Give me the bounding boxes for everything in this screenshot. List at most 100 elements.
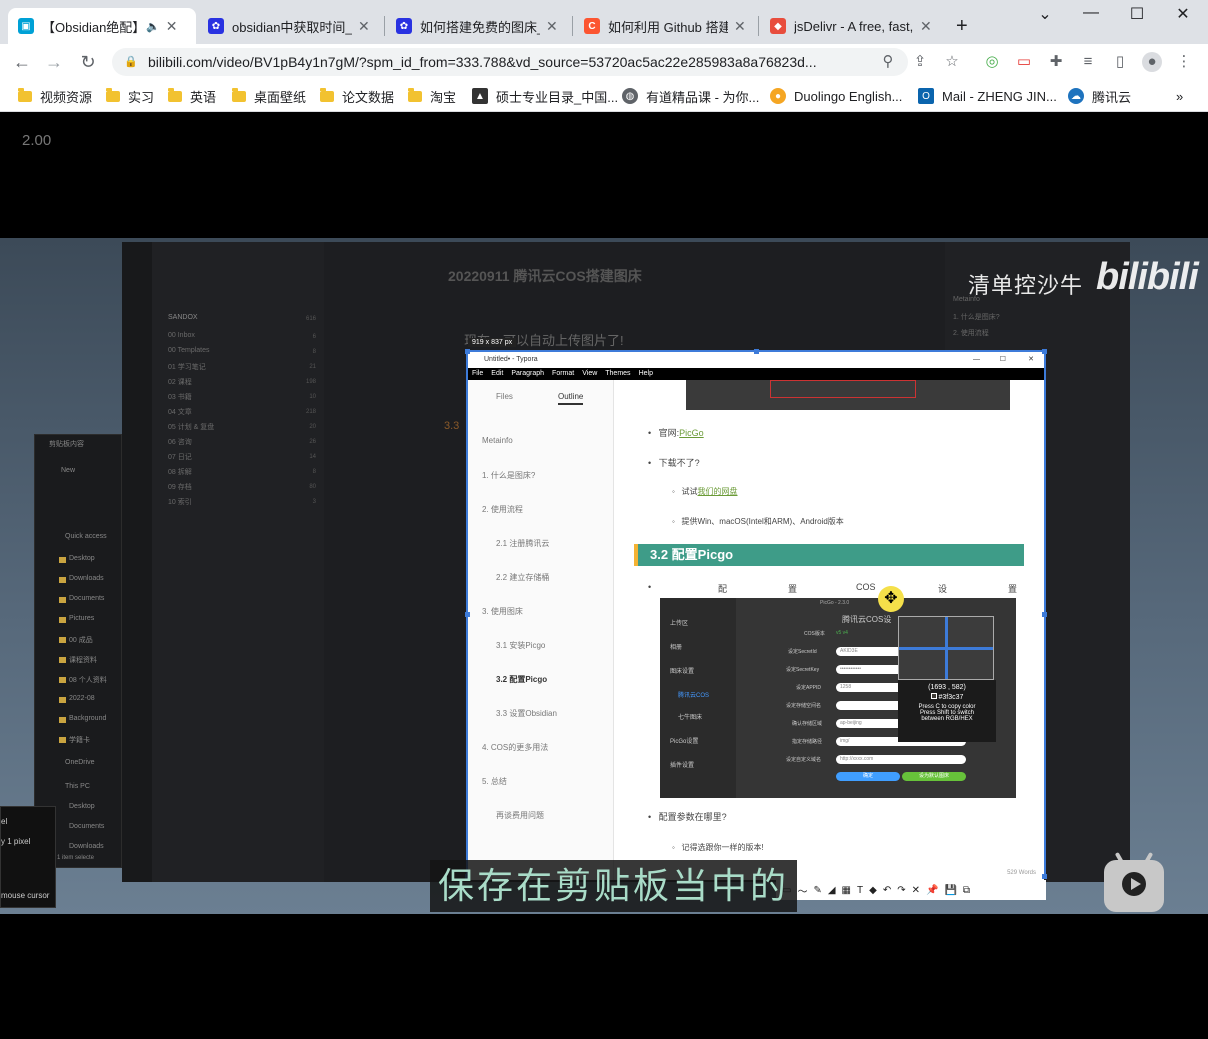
menu-help[interactable]: Help <box>639 368 653 380</box>
redo-icon[interactable]: ↷ <box>897 885 905 896</box>
menu-format[interactable]: Format <box>552 368 574 380</box>
close-tab-icon[interactable]: ✕ <box>920 18 932 35</box>
minimize-button[interactable]: — <box>1068 4 1114 22</box>
bookmark-folder[interactable]: 淘宝 <box>408 86 456 106</box>
outline-item[interactable]: 2.2 建立存储桶 <box>496 572 549 583</box>
copy-icon[interactable]: ⧉ <box>963 885 970 896</box>
tab-title: 如何利用 Github 搭建 <box>608 19 728 35</box>
address-bar[interactable]: 🔒 bilibili.com/video/BV1pB4y1n7gM/?spm_i… <box>112 48 908 76</box>
bookmark-folder[interactable]: 实习 <box>106 86 154 106</box>
bookmarks-more-icon[interactable]: » <box>1176 86 1183 106</box>
bookmark-folder[interactable]: 英语 <box>168 86 216 106</box>
media-queue-icon[interactable]: ≡ <box>1078 52 1098 72</box>
text-tool-icon[interactable]: T <box>857 885 863 896</box>
close-tab-icon[interactable]: ✕ <box>166 18 178 35</box>
bookmark-link[interactable]: O Mail - ZHENG JIN... <box>918 86 1057 106</box>
lock-icon[interactable]: 🔒 <box>124 55 138 69</box>
resize-handle[interactable] <box>465 612 470 617</box>
tab-search-icon[interactable]: ⌄ <box>1022 4 1068 24</box>
resize-handle[interactable] <box>465 349 470 354</box>
menu-themes[interactable]: Themes <box>605 368 630 380</box>
outline-item[interactable]: 3.1 安装Picgo <box>496 640 545 651</box>
pen-tool-icon[interactable]: ✎ <box>813 885 821 896</box>
typora-editor[interactable]: • 官网:PicGo • 下载不了? ◦ 试试我们的网盘 ◦ 提供Win、mac… <box>614 380 1044 880</box>
tab-files[interactable]: Files <box>496 392 513 401</box>
tab-outline[interactable]: Outline <box>558 392 584 405</box>
menu-edit[interactable]: Edit <box>491 368 503 380</box>
menu-paragraph[interactable]: Paragraph <box>511 368 544 380</box>
bookmark-link[interactable]: ☁ 腾讯云 <box>1068 86 1131 106</box>
picgo-label: 设定SecretId <box>788 649 817 655</box>
crosshair-vertical <box>945 617 948 679</box>
mosaic-tool-icon[interactable]: ▦ <box>842 885 851 896</box>
save-icon[interactable]: 💾 <box>944 885 956 896</box>
outline-item[interactable]: 2. 使用流程 <box>482 504 523 515</box>
play-icon[interactable] <box>1122 872 1146 896</box>
menu-view[interactable]: View <box>582 368 597 380</box>
pin-icon[interactable]: 📌 <box>926 885 938 896</box>
close-tab-icon[interactable]: ✕ <box>734 18 746 35</box>
menu-kebab-icon[interactable]: ⋮ <box>1174 52 1194 72</box>
cancel-icon[interactable]: ✕ <box>912 885 920 896</box>
extension-leaf-icon[interactable]: ◎ <box>982 52 1002 72</box>
marker-tool-icon[interactable]: ◢ <box>828 885 836 896</box>
reload-icon[interactable]: ↻ <box>76 50 100 74</box>
tab-bilibili[interactable]: ▣ 【Obsidian绝配】 🔈 ✕ <box>8 8 196 44</box>
outline-item-active[interactable]: 3.2 配置Picgo <box>496 674 547 685</box>
extensions-puzzle-icon[interactable]: ✚ <box>1046 52 1066 72</box>
menu-file[interactable]: File <box>472 368 483 380</box>
bilibili-play-button[interactable] <box>1104 860 1164 912</box>
bullet-platforms: ◦ 提供Win、macOS(Intel和ARM)、Android版本 <box>672 517 844 526</box>
outline-item[interactable]: 4. COS的更多用法 <box>482 742 548 753</box>
extension-cast-icon[interactable]: ▭ <box>1014 52 1034 72</box>
close-tab-icon[interactable]: ✕ <box>546 18 558 35</box>
tab-jsdelivr[interactable]: ◆ jsDelivr - A free, fast, ✕ <box>760 8 944 44</box>
maximize-icon[interactable]: ☐ <box>1000 352 1006 368</box>
tab-image-host[interactable]: ✿ 如何搭建免费的图床_ ✕ <box>386 8 572 44</box>
tab-obsidian-time[interactable]: ✿ obsidian中获取时间_ ✕ <box>198 8 384 44</box>
screenshot-selection[interactable]: Untitled• - Typora — ☐ ✕ File Edit Parag… <box>465 349 1047 880</box>
close-window-button[interactable]: ✕ <box>1160 4 1206 24</box>
share-icon[interactable]: ⇪ <box>910 52 930 72</box>
picgo-link[interactable]: PicGo <box>679 428 704 438</box>
new-tab-button[interactable]: + <box>946 8 976 44</box>
video-player[interactable]: 2.00 SANDOX 616 00 Inbox 6 00 Templates 8 … <box>0 112 1208 1039</box>
outline-item[interactable]: Metainfo <box>482 436 513 445</box>
forward-arrow-icon[interactable]: → <box>42 50 66 74</box>
outline-item[interactable]: 5. 总结 <box>482 776 507 787</box>
outline-item[interactable]: 3.3 设置Obsidian <box>496 708 557 719</box>
audio-icon[interactable]: 🔈 <box>146 20 160 33</box>
resize-handle[interactable] <box>1042 874 1047 879</box>
resize-handle[interactable] <box>754 349 759 354</box>
back-arrow-icon[interactable]: ← <box>10 50 34 74</box>
close-tab-icon[interactable]: ✕ <box>358 18 370 35</box>
profile-avatar-icon[interactable]: ● <box>1142 52 1162 72</box>
close-icon[interactable]: ✕ <box>1028 352 1034 368</box>
undo-icon[interactable]: ↶ <box>883 885 891 896</box>
maximize-button[interactable]: ☐ <box>1114 4 1160 24</box>
side-panel-icon[interactable]: ▯ <box>1110 52 1130 72</box>
file-count: 14 <box>309 454 316 460</box>
bookmark-link[interactable]: ● Duolingo English... <box>770 86 902 106</box>
line-tool-icon[interactable]: 〜 <box>797 883 807 898</box>
bookmark-folder[interactable]: 视频资源 <box>18 86 92 106</box>
netdisk-link[interactable]: 我们的网盘 <box>698 487 738 496</box>
bookmark-folder[interactable]: 论文数据 <box>320 86 394 106</box>
picgo-default-button: 设为默认图床 <box>902 772 966 781</box>
tab-github[interactable]: C 如何利用 Github 搭建 ✕ <box>574 8 758 44</box>
tooltip-line: mouse cursor <box>1 891 50 900</box>
resize-handle[interactable] <box>1042 349 1047 354</box>
minimize-icon[interactable]: — <box>973 352 980 368</box>
zoom-icon[interactable]: ⚲ <box>878 52 898 72</box>
resize-handle[interactable] <box>1042 612 1047 617</box>
bookmark-folder[interactable]: 桌面壁纸 <box>232 86 306 106</box>
eraser-tool-icon[interactable]: ◆ <box>869 885 877 896</box>
outline-item[interactable]: 2.1 注册腾讯云 <box>496 538 549 549</box>
bookmark-link[interactable]: ▲ 硕士专业目录_中国... <box>472 86 618 106</box>
outline-item[interactable]: 1. 什么是图床? <box>482 470 535 481</box>
bookmark-link[interactable]: ◍ 有道精品课 - 为你... <box>622 86 759 106</box>
quick-access: Quick access <box>65 533 107 540</box>
outline-item[interactable]: 3. 使用图床 <box>482 606 523 617</box>
outline-item[interactable]: 再谈费用问题 <box>496 810 544 821</box>
bookmark-star-icon[interactable]: ☆ <box>942 52 962 72</box>
